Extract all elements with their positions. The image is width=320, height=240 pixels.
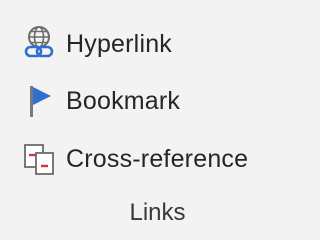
bookmark-button[interactable]: Bookmark (22, 78, 180, 124)
cross-reference-label: Cross-reference (66, 144, 249, 173)
cross-reference-icon (22, 140, 56, 178)
cross-reference-button[interactable]: Cross-reference (22, 136, 248, 182)
group-label-links: Links (129, 199, 186, 226)
bookmark-flag-icon (22, 82, 56, 120)
hyperlink-label: Hyperlink (66, 29, 172, 58)
hyperlink-button[interactable]: Hyperlink (22, 21, 172, 67)
bookmark-label: Bookmark (66, 86, 181, 115)
hyperlink-icon (22, 25, 56, 63)
links-ribbon-group: Hyperlink Bookmark Cross-reference Links (0, 0, 315, 240)
